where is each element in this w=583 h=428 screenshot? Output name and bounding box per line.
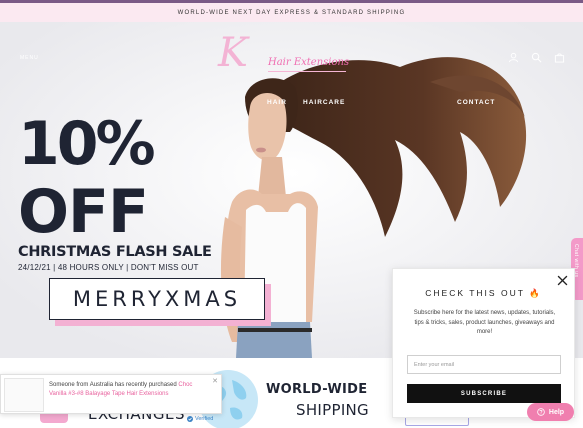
newsletter-popup: CHECK THIS OUT 🔥 Subscribe here for the … xyxy=(392,268,575,418)
header-icons xyxy=(508,52,565,63)
purchase-toast[interactable]: Someone from Australia has recently purc… xyxy=(0,374,222,414)
toast-close-icon[interactable]: ✕ xyxy=(212,378,218,385)
help-label: Help xyxy=(548,408,565,416)
email-input[interactable] xyxy=(407,355,561,374)
nav-item-contact[interactable]: CONTACT xyxy=(457,99,495,106)
logo-text: Hair Extensions xyxy=(268,57,350,68)
logo-initial: K xyxy=(218,30,248,76)
headline-off: OFF xyxy=(18,177,149,247)
subscribe-button[interactable]: SUBSCRIBE xyxy=(407,384,561,403)
sale-title: CHRISTMAS FLASH SALE xyxy=(18,244,212,260)
account-icon[interactable] xyxy=(508,52,519,63)
announcement-text: WORLD-WIDE NEXT DAY EXPRESS & STANDARD S… xyxy=(177,9,406,16)
promo-code: MERRYXMAS xyxy=(72,287,242,311)
brand-logo[interactable]: K Hair Extensions xyxy=(210,30,350,80)
feature-worldwide-title: WORLD-WIDE xyxy=(266,382,368,397)
page: WORLD-WIDE NEXT DAY EXPRESS & STANDARD S… xyxy=(0,0,583,428)
popup-description: Subscribe here for the latest news, upda… xyxy=(413,310,556,335)
help-icon xyxy=(537,408,545,416)
cart-icon[interactable] xyxy=(554,52,565,63)
close-icon[interactable] xyxy=(557,275,568,286)
search-icon[interactable] xyxy=(531,52,542,63)
popup-title: CHECK THIS OUT 🔥 xyxy=(393,288,574,299)
verified-label: Verified xyxy=(195,416,214,422)
announcement-bar: WORLD-WIDE NEXT DAY EXPRESS & STANDARD S… xyxy=(0,3,583,22)
product-thumbnail xyxy=(4,378,44,412)
help-button[interactable]: Help xyxy=(527,403,574,421)
promo-code-box: MERRYXMAS xyxy=(49,278,265,320)
fire-icon: 🔥 xyxy=(529,288,542,298)
verified-badge: Verified xyxy=(187,416,213,422)
headline-percent: 10% xyxy=(18,109,156,179)
nav-item-hair[interactable]: HAIR xyxy=(267,99,287,106)
verified-check-icon xyxy=(187,416,193,422)
sale-subtitle: 24/12/21 | 48 HOURS ONLY | DON'T MISS OU… xyxy=(18,263,199,272)
menu-link[interactable]: MENU xyxy=(20,55,39,61)
toast-prefix: Someone from Australia has recently purc… xyxy=(49,382,177,388)
toast-text: Someone from Australia has recently purc… xyxy=(49,381,209,399)
popup-title-text: CHECK THIS OUT xyxy=(425,288,525,298)
logo-underline xyxy=(268,71,346,72)
nav-item-haircare[interactable]: HAIRCARE xyxy=(303,99,345,106)
feature-worldwide-sub: SHIPPING xyxy=(296,401,369,419)
